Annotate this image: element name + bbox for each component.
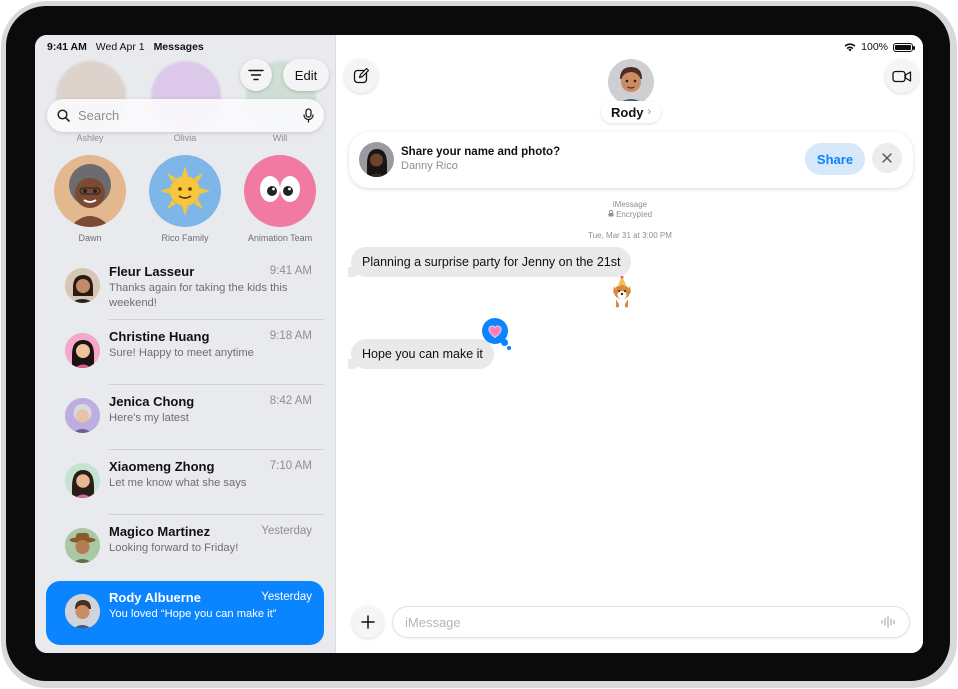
status-app: Messages (153, 41, 204, 53)
heart-icon (488, 325, 502, 338)
dismiss-button[interactable] (872, 143, 902, 173)
conversation-row-selected[interactable]: Rody Albuerne Yesterday You loved “Hope … (46, 581, 324, 645)
pin-label: Animation Team (247, 233, 313, 243)
received-message[interactable]: Planning a surprise party for Jenny on t… (348, 247, 632, 277)
facetime-button[interactable] (885, 59, 919, 93)
banner-subtitle: Danny Rico (401, 160, 458, 172)
avatar (65, 268, 100, 303)
conversation-row[interactable]: Xiaomeng Zhong 7:10 AM Let me know what … (46, 450, 324, 515)
status-date: Wed Apr 1 (95, 41, 145, 53)
avatar (65, 528, 100, 563)
reaction-tail (507, 346, 511, 350)
corgi-sticker-icon[interactable] (609, 276, 635, 312)
banner-title: Share your name and photo? (401, 146, 561, 158)
filter-button[interactable] (240, 59, 272, 91)
conversation-sidebar: 9:41 AM Wed Apr 1 Messages Ashley Olivia… (35, 35, 336, 653)
contact-name-label: Rody (611, 104, 644, 120)
filter-icon (248, 69, 264, 81)
apps-plus-button[interactable] (352, 606, 384, 638)
message-time: 9:41 AM (269, 265, 312, 277)
received-message[interactable]: Hope you can make it (348, 339, 494, 369)
screen: 9:41 AM Wed Apr 1 Messages Ashley Olivia… (35, 35, 923, 653)
contact-avatar[interactable] (608, 59, 654, 105)
avatar (359, 142, 394, 177)
battery-icon (893, 42, 915, 52)
contact-name: Christine Huang (109, 329, 210, 344)
ghost-label: Ashley (76, 133, 104, 143)
wifi-icon (844, 42, 856, 51)
conversation-row[interactable]: Christine Huang 9:18 AM Sure! Happy to m… (46, 320, 324, 385)
waveform-icon[interactable] (881, 616, 897, 628)
contact-name: Xiaomeng Zhong (109, 459, 215, 474)
plus-icon (361, 615, 375, 629)
conversation-row[interactable]: Magico Martinez Yesterday Looking forwar… (46, 515, 324, 579)
chevron-right-icon: › (647, 106, 652, 118)
contact-name: Rody Albuerne (109, 590, 201, 605)
message-preview: Sure! Happy to meet anytime (109, 347, 254, 359)
share-name-photo-banner: Share your name and photo? Danny Rico Sh… (349, 132, 913, 188)
bubble-tail (348, 359, 360, 369)
message-preview: Here's my latest (109, 412, 189, 424)
message-time: Yesterday (261, 525, 312, 537)
search-field[interactable]: Search (47, 99, 324, 132)
contact-name-button[interactable]: Rody › (601, 101, 662, 123)
message-timestamp: Tue, Mar 31 at 3:00 PM (588, 231, 672, 240)
microphone-icon[interactable] (303, 108, 314, 123)
reaction-tail (501, 339, 508, 346)
lock-icon (608, 210, 614, 217)
video-camera-icon (892, 70, 912, 82)
message-time: 9:18 AM (269, 330, 312, 342)
contact-name: Jenica Chong (109, 394, 195, 409)
status-bar-right: 100% (844, 41, 915, 53)
encryption-label: Encrypted (337, 210, 923, 219)
message-time: 7:10 AM (269, 460, 312, 472)
message-time: 8:42 AM (269, 395, 312, 407)
conversation-row[interactable]: Fleur Lasseur 9:41 AM Thanks again for t… (46, 255, 324, 320)
battery-percent: 100% (861, 41, 888, 53)
ipad-frame: 9:41 AM Wed Apr 1 Messages Ashley Olivia… (0, 0, 958, 689)
message-preview: Looking forward to Friday! (109, 542, 239, 554)
edit-button[interactable]: Edit (283, 59, 329, 91)
compose-button[interactable] (344, 59, 378, 93)
pin-label: Dawn (78, 233, 102, 243)
avatar (65, 333, 100, 368)
encryption-text: Encrypted (616, 210, 653, 219)
bubble-tail (348, 267, 360, 277)
pinned-rico-family[interactable]: Rico Family (145, 155, 225, 243)
search-icon (57, 109, 70, 122)
avatar (54, 155, 126, 227)
message-preview: Thanks again for taking the kids this we… (109, 282, 288, 309)
message-text: Planning a surprise party for Jenny on t… (362, 255, 621, 269)
message-input[interactable]: iMessage (392, 606, 910, 638)
share-button[interactable]: Share (805, 143, 865, 175)
pinned-dawn[interactable]: Dawn (50, 155, 130, 243)
search-input[interactable]: Search (78, 108, 303, 123)
avatar (149, 155, 221, 227)
ghost-label: Olivia (173, 133, 197, 143)
avatar (65, 594, 100, 629)
pinned-animation-team[interactable]: Animation Team (240, 155, 320, 243)
message-preview: You loved “Hope you can make it” (109, 608, 277, 620)
status-bar-left: 9:41 AM Wed Apr 1 Messages (47, 41, 210, 53)
contact-name: Magico Martinez (109, 524, 211, 539)
avatar (244, 155, 316, 227)
status-time: 9:41 AM (47, 41, 87, 53)
message-preview: Let me know what she says (109, 477, 247, 489)
message-time: Yesterday (261, 591, 312, 603)
pin-label: Rico Family (161, 233, 209, 243)
compose-icon (353, 68, 369, 84)
conversation-view: 100% Rody › Share your name and photo? D… (337, 35, 923, 653)
contact-name: Fleur Lasseur (109, 264, 195, 279)
conversation-row[interactable]: Jenica Chong 8:42 AM Here's my latest (46, 385, 324, 450)
service-label: iMessage (612, 200, 648, 209)
message-input-placeholder: iMessage (405, 614, 461, 630)
ghost-label: Will (272, 133, 288, 143)
avatar (65, 398, 100, 433)
message-text: Hope you can make it (362, 347, 483, 361)
avatar (65, 463, 100, 498)
close-icon (882, 153, 892, 163)
